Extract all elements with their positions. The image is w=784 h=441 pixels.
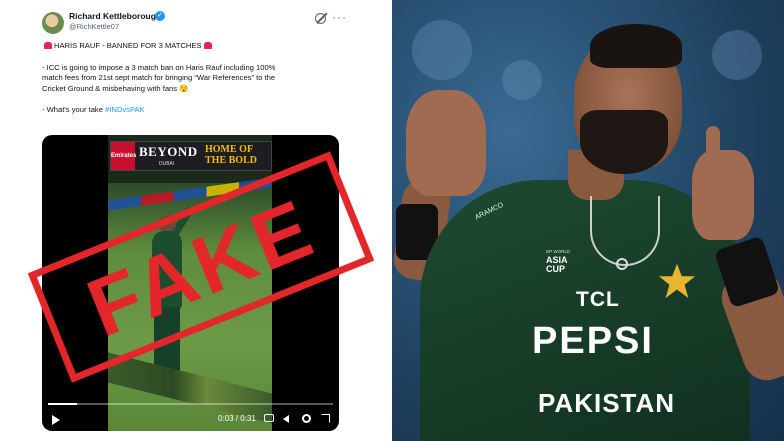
tweet-body-line: match fees from 21st sept match for brin… <box>42 73 276 83</box>
composite-image: Richard Kettleborough ✓ @RichKettle07 ··… <box>0 0 784 441</box>
billboard-left-sub: DUBAI <box>159 161 175 167</box>
cc-icon[interactable] <box>264 414 274 422</box>
pointing-finger <box>706 126 720 170</box>
progress-track[interactable] <box>48 403 333 405</box>
author-name[interactable]: Richard Kettleborough <box>69 11 161 21</box>
tweet-question: - What's your take <box>42 105 106 115</box>
hashtag-link[interactable]: #INDvsPAK <box>105 105 145 114</box>
settings-icon[interactable] <box>302 414 311 423</box>
billboard-right-text: HOME OF THE BOLD <box>205 144 257 166</box>
billboard-brand: Emirates <box>111 142 136 170</box>
hair <box>590 24 682 68</box>
player-photo: ARAMCO DP WORLD ASIA CUP TCL PEPSI PAKIS… <box>392 0 784 441</box>
asiacup-logo: ASIA CUP <box>546 256 568 274</box>
asiacup-line2: CUP <box>546 264 566 274</box>
volume-icon[interactable] <box>283 415 289 423</box>
neck-chain <box>590 196 660 266</box>
raised-right-hand <box>692 150 754 240</box>
author-handle[interactable]: @RichKettle07 <box>69 22 119 31</box>
background-bokeh <box>412 20 472 80</box>
jersey-sponsor-main: PEPSI <box>532 320 654 362</box>
fullscreen-icon[interactable] <box>321 414 330 423</box>
tweet-card: Richard Kettleborough ✓ @RichKettle07 ··… <box>0 0 392 441</box>
beard <box>580 110 668 174</box>
stadium-billboard: Emirates BEYOND DUBAI HOME OF THE BOLD <box>110 141 272 171</box>
tweet-question-line: - What's your take #INDvsPAK <box>42 105 342 116</box>
siren-icon <box>44 42 52 49</box>
billboard-left-text: BEYOND <box>139 144 198 159</box>
grok-icon[interactable] <box>315 13 326 24</box>
avatar[interactable] <box>42 12 64 34</box>
play-icon[interactable] <box>52 415 60 425</box>
siren-icon <box>203 42 212 49</box>
star-logo <box>658 263 696 299</box>
time-label: 0:03 / 0:31 <box>218 414 256 423</box>
tweet-body-line: - ICC is going to impose a 3 match ban o… <box>42 62 276 72</box>
asiacup-top: DP WORLD <box>546 249 571 254</box>
tweet-text: HARIS RAUF - BANNED FOR 3 MATCHES - ICC … <box>42 41 342 116</box>
tweet-body-line: Cricket Ground & misbehaving with fans 😯 <box>42 83 189 93</box>
more-icon[interactable]: ··· <box>332 10 347 24</box>
tweet-headline-line: HARIS RAUF - BANNED FOR 3 MATCHES <box>42 41 342 52</box>
background-bokeh <box>502 60 542 100</box>
progress-fill <box>48 403 77 405</box>
verified-icon: ✓ <box>155 11 165 21</box>
jersey-team-name: PAKISTAN <box>538 388 676 418</box>
jersey-sponsor-top: TCL <box>576 288 620 311</box>
tweet-headline: HARIS RAUF - BANNED FOR 3 MATCHES <box>54 41 202 50</box>
video-controls: 0:03 / 0:31 <box>42 403 339 431</box>
tweet-header: Richard Kettleborough ✓ @RichKettle07 ··… <box>42 10 352 36</box>
chain-pendant <box>616 258 628 270</box>
background-bokeh <box>712 30 762 80</box>
raised-left-hand <box>406 90 486 196</box>
